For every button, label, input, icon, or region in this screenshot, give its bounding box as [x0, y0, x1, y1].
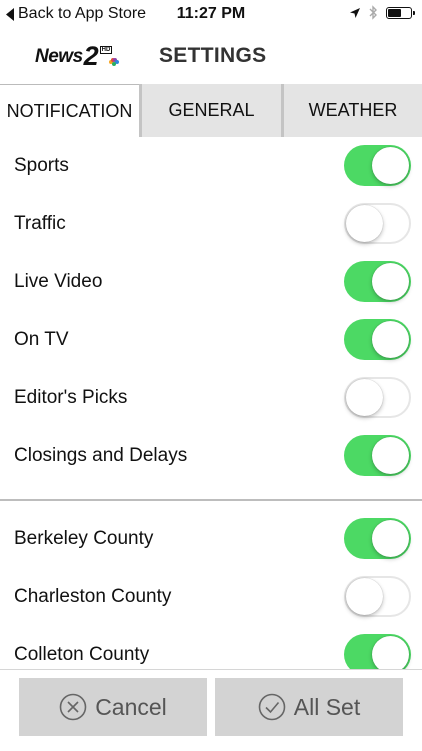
toggle-knob	[372, 263, 409, 300]
toggle-knob	[372, 437, 409, 474]
closings-delays-toggle[interactable]	[344, 435, 411, 476]
setting-row-closings-delays: Closings and Delays	[0, 427, 422, 485]
editors-picks-toggle[interactable]	[344, 377, 411, 418]
toggle-knob	[372, 520, 409, 557]
page-title: SETTINGS	[159, 44, 267, 67]
tab-general[interactable]: GENERAL	[142, 84, 281, 137]
charleston-county-toggle[interactable]	[344, 576, 411, 617]
setting-row-sports: Sports	[0, 137, 422, 195]
toggle-knob	[372, 321, 409, 358]
setting-row-on-tv: On TV	[0, 311, 422, 369]
settings-tabs: NOTIFICATION GENERAL WEATHER	[0, 84, 422, 137]
logo-text: News	[35, 46, 83, 67]
battery-fill	[388, 8, 401, 17]
setting-label: On TV	[14, 329, 69, 350]
toggle-knob	[346, 205, 383, 242]
toggle-knob	[372, 636, 409, 673]
section-divider	[0, 499, 422, 501]
setting-label: Editor's Picks	[14, 387, 128, 408]
toggle-knob	[346, 379, 383, 416]
status-bar: Back to App Store 11:27 PM	[0, 0, 422, 30]
check-circle-icon	[258, 693, 286, 721]
berkeley-county-toggle[interactable]	[344, 518, 411, 559]
traffic-toggle[interactable]	[344, 203, 411, 244]
setting-row-editors-picks: Editor's Picks	[0, 369, 422, 427]
logo-hd-badge: HD	[99, 46, 113, 54]
setting-row-traffic: Traffic	[0, 195, 422, 253]
battery-icon	[386, 6, 415, 19]
setting-label: Charleston County	[14, 586, 172, 607]
cancel-label: Cancel	[95, 693, 167, 720]
live-video-toggle[interactable]	[344, 261, 411, 302]
setting-row-charleston-county: Charleston County	[0, 568, 422, 626]
logo-number: 2	[83, 41, 99, 71]
setting-label: Traffic	[14, 213, 66, 234]
setting-label: Colleton County	[14, 644, 150, 665]
footer-bar: Cancel All Set	[0, 669, 422, 751]
x-circle-icon	[59, 693, 87, 721]
all-set-label: All Set	[293, 693, 361, 720]
status-icons	[349, 5, 415, 20]
setting-label: Berkeley County	[14, 528, 154, 549]
bluetooth-icon	[369, 5, 377, 20]
on-tv-toggle[interactable]	[344, 319, 411, 360]
tab-notification[interactable]: NOTIFICATION	[0, 84, 139, 137]
app-header: News 2 HD SETTINGS	[0, 30, 422, 84]
all-set-button[interactable]: All Set	[215, 678, 403, 736]
sports-toggle[interactable]	[344, 145, 411, 186]
setting-label: Live Video	[14, 271, 103, 292]
peacock-icon	[109, 58, 120, 66]
toggle-knob	[372, 147, 409, 184]
setting-label: Closings and Delays	[14, 445, 188, 466]
setting-row-live-video: Live Video	[0, 253, 422, 311]
toggle-knob	[346, 578, 383, 615]
cancel-button[interactable]: Cancel	[19, 678, 207, 736]
setting-row-berkeley-county: Berkeley County	[0, 510, 422, 568]
news2-logo: News 2 HD	[35, 41, 120, 71]
tab-weather[interactable]: WEATHER	[284, 84, 422, 137]
setting-label: Sports	[14, 155, 69, 176]
location-arrow-icon	[350, 7, 360, 18]
